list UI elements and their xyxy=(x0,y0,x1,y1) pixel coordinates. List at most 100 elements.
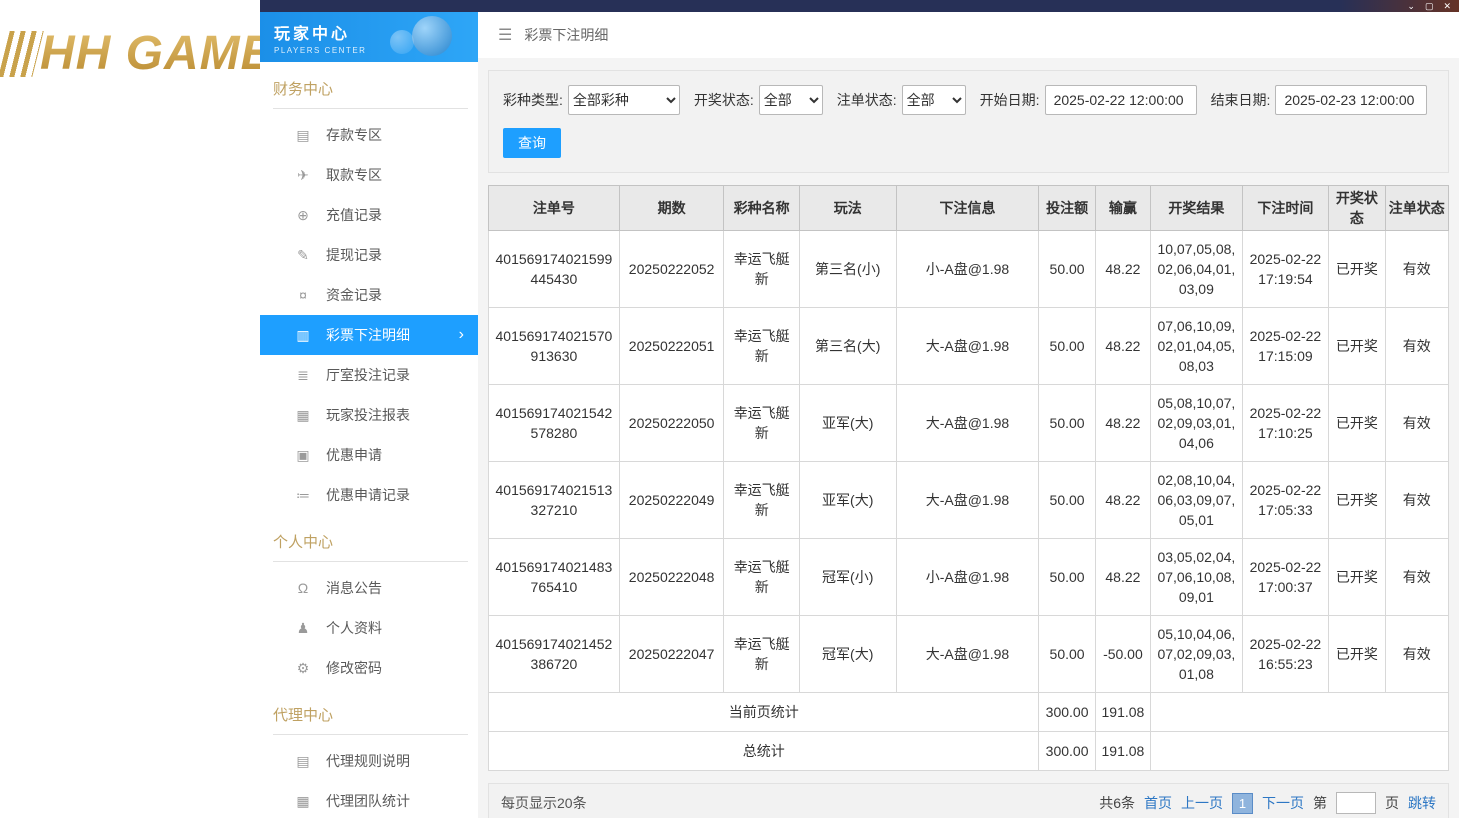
lottery-type-label: 彩种类型: xyxy=(503,92,563,108)
cell-bet-info: 小-A盘@1.98 xyxy=(895,538,1040,616)
column-header-bet-no: 注单号 xyxy=(488,185,620,231)
cell-lottery-name: 幸运飞艇新 xyxy=(723,307,800,385)
promo-icon: ▣ xyxy=(296,446,310,463)
end-date-input[interactable] xyxy=(1275,85,1428,115)
page-summary-row: 当前页统计 300.00 191.08 xyxy=(487,692,1449,732)
bet-table-header-row: 注单号 期数 彩种名称 玩法 下注信息 投注额 输赢 开奖结果 下注时间 开奖状态 注单状态 xyxy=(488,185,1450,231)
sidebar-section-title: 个人中心 xyxy=(273,515,468,562)
sidebar-item-agent-team-stats[interactable]: ▦ 代理团队统计 xyxy=(260,781,478,818)
bet-status-select[interactable]: 全部 xyxy=(901,85,966,115)
sidebar-item-profile[interactable]: ♟ 个人资料 xyxy=(260,608,478,648)
cell-draw-result: 05,08,10,07,02,09,03,01,04,06 xyxy=(1150,384,1243,462)
jump-button[interactable]: 跳转 xyxy=(1408,793,1436,813)
grand-summary-row: 总统计 300.00 191.08 xyxy=(487,731,1449,771)
bet-status-label: 注单状态: xyxy=(836,92,897,108)
cell-bet-time: 2025-02-22 17:19:54 xyxy=(1241,230,1330,308)
first-page-link[interactable]: 首页 xyxy=(1144,793,1172,813)
sidebar-item-agent-rules[interactable]: ▤ 代理规则说明 xyxy=(260,741,478,781)
query-button[interactable]: 查询 xyxy=(503,128,561,158)
cell-win-loss: 48.22 xyxy=(1094,230,1152,308)
sidebar-item-promo-apply-records[interactable]: ≔ 优惠申请记录 xyxy=(260,475,478,515)
sidebar-item-withdraw-records[interactable]: ✎ 提现记录 xyxy=(260,235,478,275)
cell-draw-status: 已开奖 xyxy=(1328,538,1386,616)
brand-mark-icon xyxy=(0,30,44,77)
prev-page-link[interactable]: 上一页 xyxy=(1181,793,1223,813)
sidebar-item-player-bet-report[interactable]: ▦ 玩家投注报表 xyxy=(260,395,478,435)
sidebar-item-funds-records[interactable]: ¤ 资金记录 xyxy=(260,275,478,315)
table-row: 401569174021483765410 20250222048 幸运飞艇新 冠军(… xyxy=(488,538,1450,616)
cell-draw-result: 02,08,10,04,06,03,09,07,05,01 xyxy=(1150,461,1243,539)
cell-play-type: 冠军(大) xyxy=(798,615,897,693)
cell-draw-result: 05,10,04,06,07,02,09,03,01,08 xyxy=(1150,615,1243,693)
jump-prefix: 第 xyxy=(1313,795,1327,811)
maximize-icon[interactable]: ▢ xyxy=(1425,1,1434,11)
chevron-right-icon: › xyxy=(458,326,464,343)
sidebar-item-label: 优惠申请记录 xyxy=(326,487,410,503)
jump-page-input[interactable] xyxy=(1336,792,1376,814)
draw-status-label: 开奖状态: xyxy=(693,92,754,108)
cell-bet-amount: 50.00 xyxy=(1038,384,1096,462)
cell-win-loss: 48.22 xyxy=(1094,461,1152,539)
draw-status-select[interactable]: 全部 xyxy=(758,85,823,115)
sidebar-item-change-password[interactable]: ⚙ 修改密码 xyxy=(260,648,478,688)
cell-bet-status: 有效 xyxy=(1384,230,1450,308)
grand-summary-win-total: 191.08 xyxy=(1094,731,1152,771)
column-header-draw-status: 开奖状态 xyxy=(1328,185,1386,231)
cell-bet-time: 2025-02-22 17:00:37 xyxy=(1241,538,1330,616)
window-titlebar: ⌄ ▢ ✕ xyxy=(260,0,1459,12)
sidebar-item-label: 优惠申请 xyxy=(326,447,382,463)
table-row: 401569174021542578280 20250222050 幸运飞艇新 亚军(… xyxy=(488,384,1450,462)
app-window: ⌄ ▢ ✕ 玩家中心 PLAYERS CENTER 财务中心 ▤ 存款专区 ✈ 取款专区… xyxy=(260,0,1459,818)
gear-icon: ⚙ xyxy=(296,659,310,676)
filter-panel: 彩种类型: 全部彩种 开奖状态: 全部 注单状态: 全部 开始日期: 2025-… xyxy=(488,70,1449,173)
cell-draw-result: 07,06,10,09,02,01,04,05,08,03 xyxy=(1150,307,1243,385)
jump-suffix: 页 xyxy=(1385,795,1399,811)
sidebar-item-promo-apply[interactable]: ▣ 优惠申请 xyxy=(260,435,478,475)
cell-period: 20250222048 xyxy=(618,538,725,616)
cell-period: 20250222052 xyxy=(618,230,725,308)
cell-bet-no: 401569174021570913630 xyxy=(488,307,620,385)
cell-bet-info: 大-A盘@1.98 xyxy=(895,307,1040,385)
current-page[interactable]: 1 xyxy=(1232,792,1253,814)
page-summary-label: 当前页统计 xyxy=(487,692,1040,732)
bet-table-body: 401569174021599445430 20250222052 幸运飞艇新 第三名… xyxy=(488,230,1450,693)
chevron-down-icon[interactable]: ⌄ xyxy=(1407,1,1415,11)
column-header-bet-status: 注单状态 xyxy=(1384,185,1450,231)
app-body: 玩家中心 PLAYERS CENTER 财务中心 ▤ 存款专区 ✈ 取款专区 ⊕ 充值记录 ✎… xyxy=(260,12,1459,818)
cell-lottery-name: 幸运飞艇新 xyxy=(723,384,800,462)
sidebar-item-label: 取款专区 xyxy=(326,167,382,183)
hamburger-icon[interactable]: ☰ xyxy=(498,25,512,45)
sidebar-item-label: 厅室投注记录 xyxy=(326,367,410,383)
sidebar-item-label: 个人资料 xyxy=(326,620,382,636)
sidebar-item-lottery-bet-details[interactable]: ▥ 彩票下注明细 › xyxy=(260,315,478,355)
next-page-link[interactable]: 下一页 xyxy=(1262,793,1304,813)
cell-period: 20250222047 xyxy=(618,615,725,693)
sidebar-item-label: 消息公告 xyxy=(326,580,382,596)
sidebar-item-label: 充值记录 xyxy=(326,207,382,223)
cell-bet-status: 有效 xyxy=(1384,615,1450,693)
sidebar-item-recharge-records[interactable]: ⊕ 充值记录 xyxy=(260,195,478,235)
team-icon: ▦ xyxy=(296,792,310,809)
sidebar-item-deposit-zone[interactable]: ▤ 存款专区 xyxy=(260,115,478,155)
sidebar-item-messages[interactable]: Ω 消息公告 xyxy=(260,568,478,608)
cell-bet-time: 2025-02-22 17:05:33 xyxy=(1241,461,1330,539)
cell-bet-amount: 50.00 xyxy=(1038,538,1096,616)
cell-bet-amount: 50.00 xyxy=(1038,615,1096,693)
close-icon[interactable]: ✕ xyxy=(1443,1,1451,11)
content: 彩种类型: 全部彩种 开奖状态: 全部 注单状态: 全部 开始日期: 2025-… xyxy=(478,58,1459,818)
cell-bet-info: 大-A盘@1.98 xyxy=(895,384,1040,462)
column-header-bet-info: 下注信息 xyxy=(895,185,1040,231)
cell-bet-amount: 50.00 xyxy=(1038,307,1096,385)
sidebar-item-hall-bet-records[interactable]: ≣ 厅室投注记录 xyxy=(260,355,478,395)
user-icon: ♟ xyxy=(296,619,310,636)
sidebar-item-withdraw-zone[interactable]: ✈ 取款专区 xyxy=(260,155,478,195)
cell-bet-status: 有效 xyxy=(1384,538,1450,616)
cell-bet-no: 401569174021542578280 xyxy=(488,384,620,462)
cell-lottery-name: 幸运飞艇新 xyxy=(723,538,800,616)
cell-bet-no: 401569174021513327210 xyxy=(488,461,620,539)
cell-win-loss: -50.00 xyxy=(1094,615,1152,693)
column-header-bet-time: 下注时间 xyxy=(1241,185,1330,231)
lottery-type-select[interactable]: 全部彩种 xyxy=(567,85,680,115)
start-date-input[interactable] xyxy=(1044,85,1197,115)
withdraw-icon: ✈ xyxy=(297,166,309,183)
